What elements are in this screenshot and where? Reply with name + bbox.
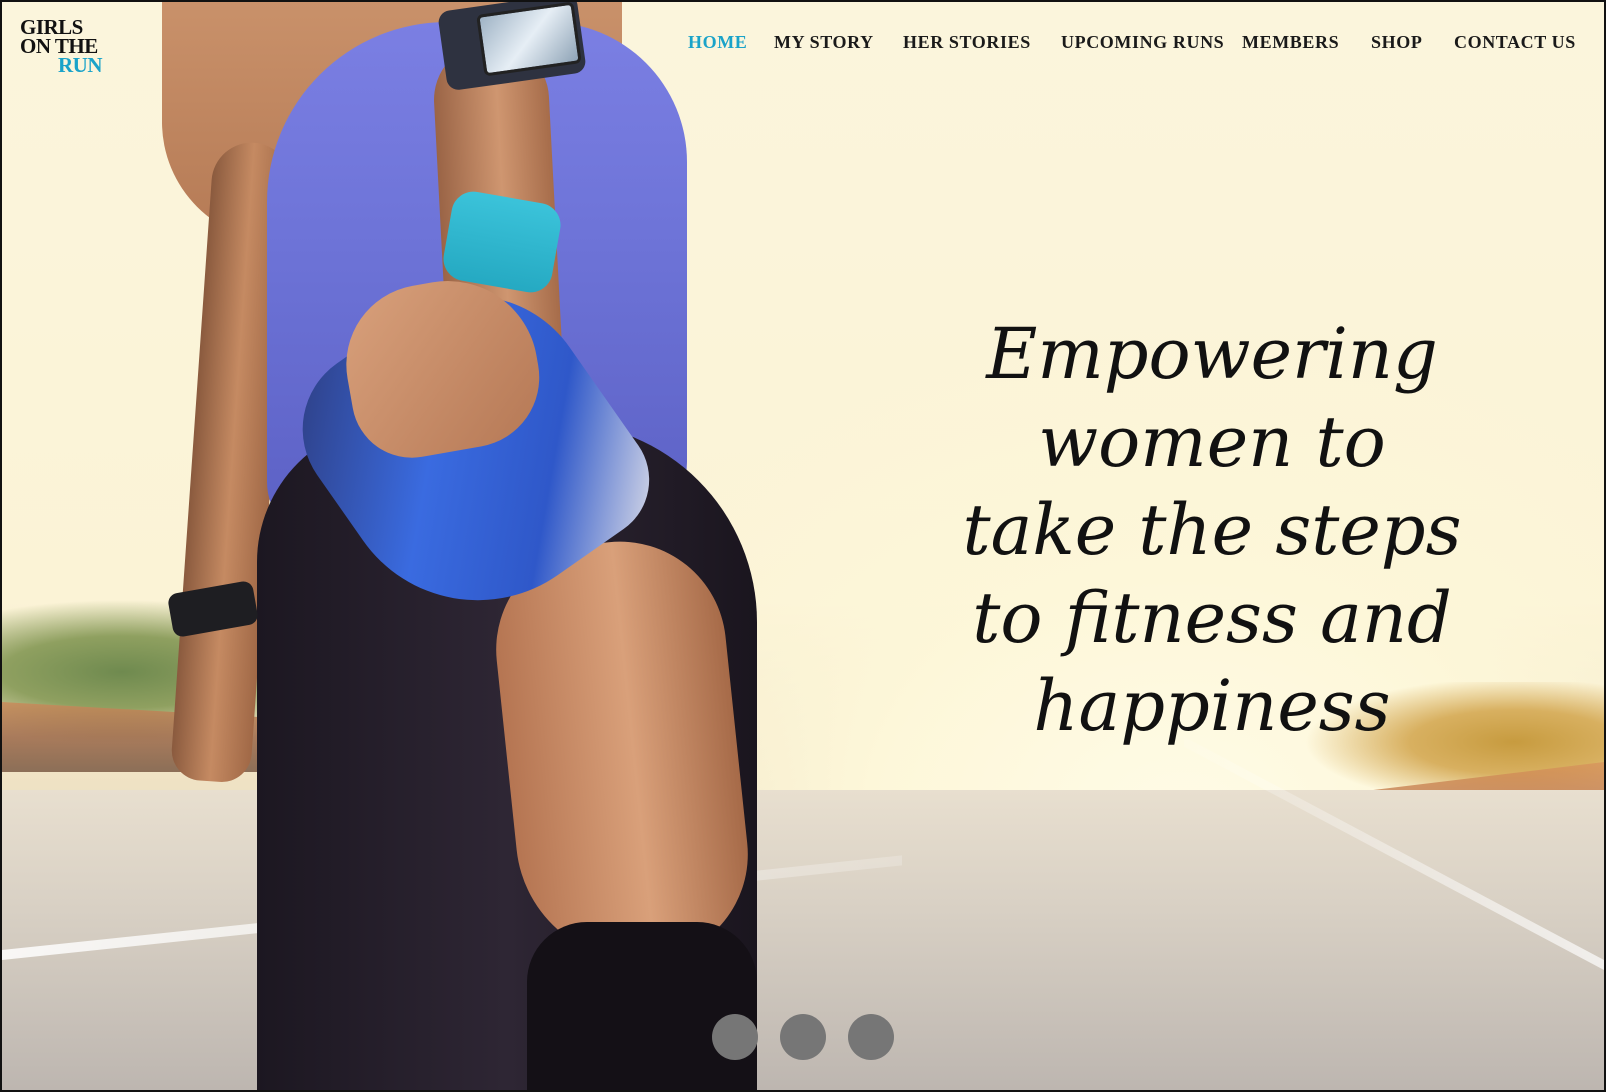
hero-line-5: happiness (1033, 665, 1391, 747)
slider-dot-1[interactable] (712, 1014, 758, 1060)
nav-item-upcoming-runs[interactable]: UPCOMING RUNS (1061, 32, 1224, 53)
nav-item-contact-us[interactable]: CONTACT US (1454, 32, 1576, 53)
site-logo[interactable]: GIRLS ON THE RUN (20, 17, 103, 77)
nav-item-home[interactable]: HOME (688, 32, 747, 53)
slider-dot-3[interactable] (848, 1014, 894, 1060)
hero-runner-image (2, 2, 802, 1090)
nav-item-her-stories[interactable]: HER STORIES (903, 32, 1031, 53)
hero-line-3: take the steps (962, 489, 1462, 571)
runner-wristband (440, 188, 564, 296)
slider-dots (712, 1014, 902, 1062)
hero-tagline: Empowering women to take the steps to fi… (932, 310, 1492, 750)
nav-item-members[interactable]: MEMBERS (1242, 32, 1339, 53)
logo-line-3: RUN (58, 53, 103, 77)
hero-line-2: women to (1038, 401, 1386, 483)
hero-line-4: to fitness and (972, 577, 1452, 659)
slider-dot-2[interactable] (780, 1014, 826, 1060)
page-frame: GIRLS ON THE RUN HOME MY STORY HER STORI… (0, 0, 1606, 1092)
hero-line-1: Empowering (986, 313, 1438, 395)
runner-knee-legging (527, 922, 757, 1090)
nav-item-shop[interactable]: SHOP (1371, 32, 1422, 53)
nav-item-my-story[interactable]: MY STORY (774, 32, 874, 53)
